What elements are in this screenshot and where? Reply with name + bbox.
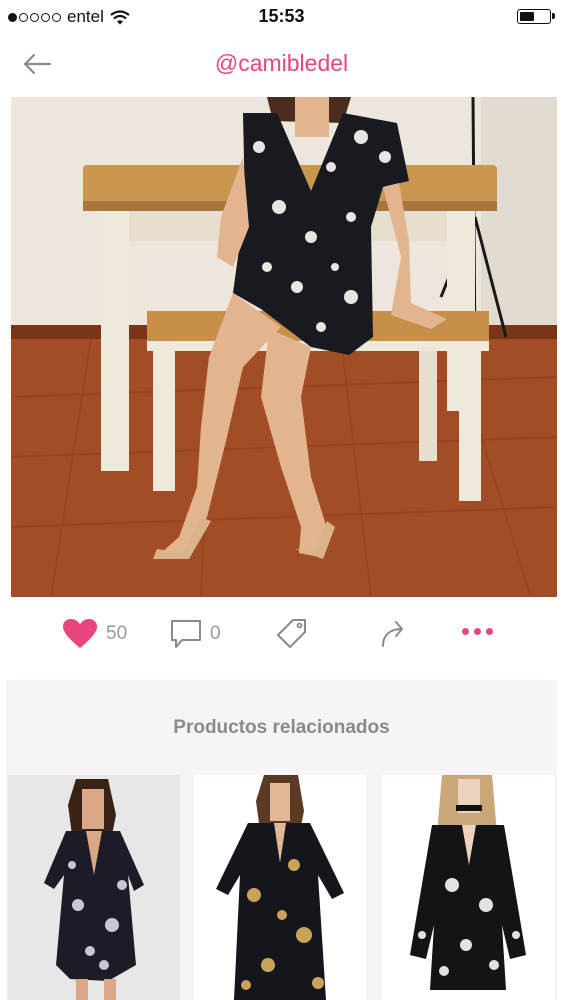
profile-handle[interactable]: @camibledel bbox=[0, 50, 563, 77]
battery-level bbox=[520, 12, 534, 21]
tag-icon bbox=[277, 619, 306, 648]
app-screen: entel 15:53 @camibledel 50 0 Productos r… bbox=[0, 0, 563, 1000]
product-card[interactable] bbox=[382, 775, 554, 1000]
related-title: Productos relacionados bbox=[173, 716, 390, 738]
more-button[interactable] bbox=[462, 628, 493, 635]
post-image bbox=[11, 97, 557, 597]
share-button[interactable] bbox=[380, 618, 412, 650]
like-count: 50 bbox=[106, 623, 128, 644]
tag-button[interactable] bbox=[276, 618, 308, 650]
share-icon bbox=[382, 621, 403, 647]
battery-icon bbox=[517, 9, 555, 24]
product-card[interactable] bbox=[194, 775, 366, 1000]
related-header: Productos relacionados bbox=[6, 680, 557, 775]
product-card[interactable] bbox=[8, 775, 180, 1000]
comment-button[interactable]: 0 bbox=[170, 618, 221, 650]
comment-count: 0 bbox=[210, 623, 221, 644]
comment-icon bbox=[171, 620, 201, 648]
product-image bbox=[382, 775, 554, 1000]
related-products: Productos relacionados bbox=[6, 680, 557, 1000]
clock: 15:53 bbox=[258, 6, 305, 26]
status-bar: entel 15:53 bbox=[0, 0, 563, 34]
post-actions: 50 0 bbox=[0, 610, 563, 666]
product-image bbox=[8, 775, 180, 1000]
like-button[interactable]: 50 bbox=[62, 618, 127, 650]
more-dots-icon bbox=[462, 628, 493, 635]
nav-bar: @camibledel bbox=[0, 34, 563, 94]
heart-icon bbox=[63, 619, 97, 648]
post-photo[interactable]: lodi bbox=[11, 97, 557, 597]
product-image bbox=[194, 775, 366, 1000]
